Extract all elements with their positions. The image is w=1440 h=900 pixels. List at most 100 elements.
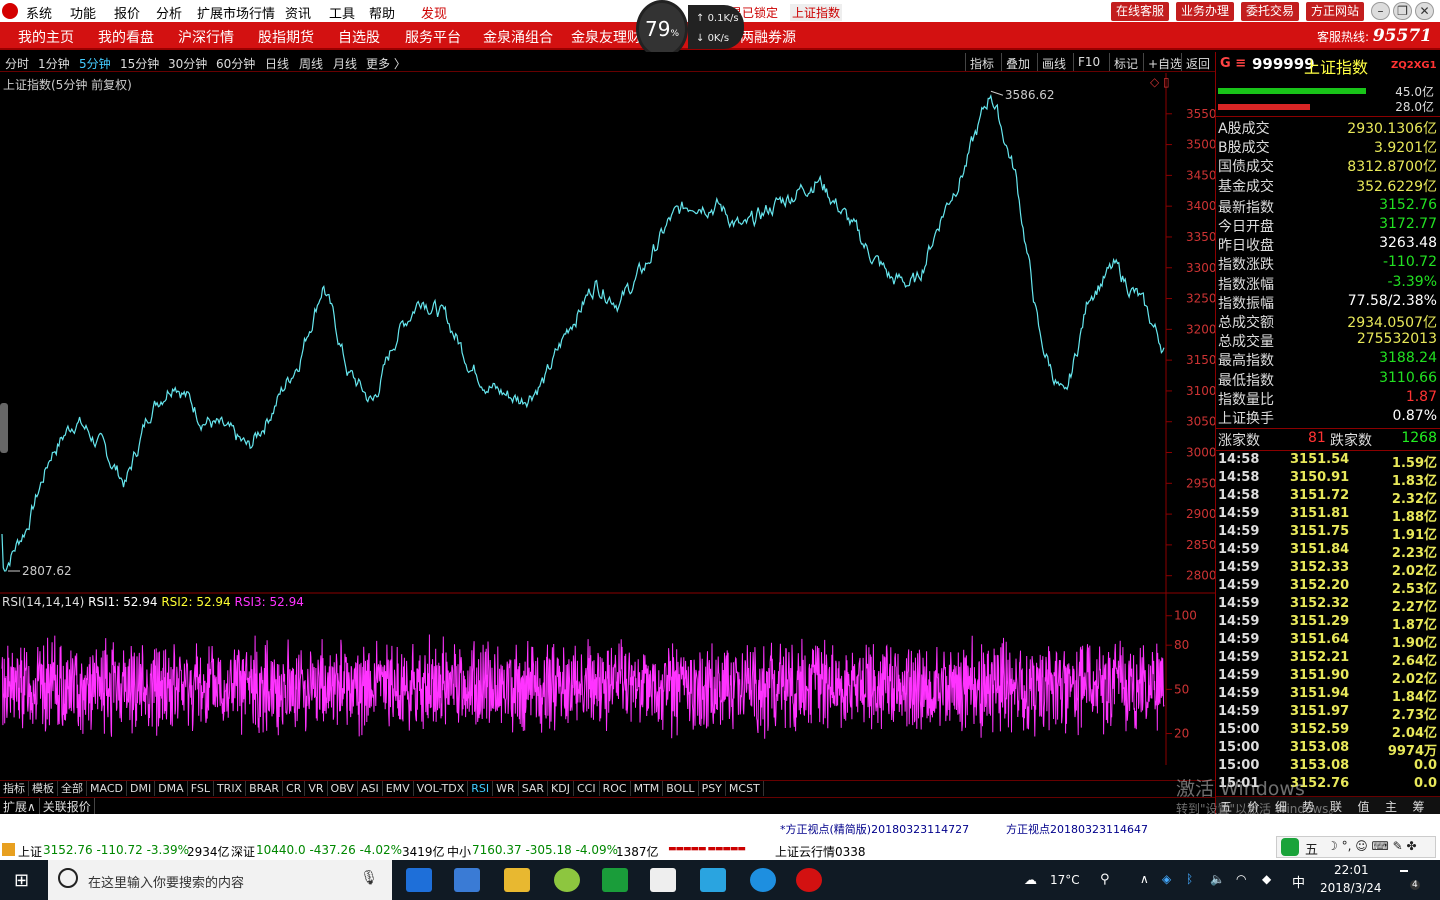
nav-home[interactable]: 我的主页 <box>18 27 74 47</box>
period-1m[interactable]: 1分钟 <box>38 55 70 72</box>
nav-margin[interactable]: 两融券源 <box>740 27 796 47</box>
period-day[interactable]: 日线 <box>265 55 289 72</box>
period-15m[interactable]: 15分钟 <box>120 55 159 72</box>
period-fenshi[interactable]: 分时 <box>5 55 29 72</box>
nav-service[interactable]: 服务平台 <box>405 27 461 47</box>
chart-settings-icon[interactable]: ◇ ▯ <box>1150 75 1170 89</box>
indicator-tab[interactable]: MACD <box>87 781 127 796</box>
indicator-tab[interactable]: BRAR <box>246 781 284 796</box>
indicator-tab[interactable]: TRIX <box>214 781 247 796</box>
indicator-tab[interactable]: DMA <box>155 781 188 796</box>
menu-ext-market[interactable]: 扩展市场行情 <box>197 3 275 22</box>
news-link-2[interactable]: 方正视点20180323114647 <box>1006 821 1148 837</box>
period-month[interactable]: 月线 <box>333 55 357 72</box>
indicator-tab[interactable]: CCI <box>574 781 600 796</box>
indicator-tab[interactable]: DMI <box>127 781 156 796</box>
menu-system[interactable]: 系统 <box>26 3 52 22</box>
nav-futures[interactable]: 股指期货 <box>258 27 314 47</box>
toolbar-back-button[interactable]: 返回 <box>1181 53 1214 71</box>
indicator-tab[interactable]: SAR <box>519 781 549 796</box>
indicator-tab[interactable]: KDJ <box>548 781 574 796</box>
clock-date[interactable]: 2018/3/24 <box>1320 881 1382 895</box>
cloud-quote[interactable]: 上证云行情0338 <box>775 843 866 860</box>
news-link-1[interactable]: *方正视点(精简版)20180323114727 <box>780 821 969 837</box>
memory-gauge[interactable]: 79% <box>636 0 688 58</box>
nav-wealth[interactable]: 金泉友理财 <box>571 27 641 47</box>
founder-app-icon[interactable] <box>796 868 822 892</box>
taskbar-search-input[interactable]: 在这里输入你要搜索的内容 🎙 <box>48 860 392 900</box>
indicator-tab[interactable]: RSI <box>468 781 494 796</box>
minimize-icon[interactable]: – <box>1371 2 1390 20</box>
nav-favorites[interactable]: 自选股 <box>338 27 380 47</box>
clock-time[interactable]: 22:01 <box>1334 863 1369 877</box>
windows-start-icon[interactable]: ⊞ <box>14 870 29 891</box>
app-green-icon[interactable] <box>602 868 628 892</box>
indicator-tab[interactable]: ASI <box>358 781 383 796</box>
browser-360-icon[interactable] <box>554 868 580 892</box>
nav-hs-quotes[interactable]: 沪深行情 <box>178 27 234 47</box>
period-30m[interactable]: 30分钟 <box>168 55 207 72</box>
toolbar-draw-button[interactable]: 画线 <box>1037 53 1070 71</box>
tray-expand-icon[interactable]: ∧ <box>1140 872 1149 886</box>
tray-app-icon[interactable]: ◆ <box>1262 872 1271 886</box>
ime-indicator[interactable]: 中 <box>1292 872 1305 891</box>
indicator-tab[interactable]: CR <box>283 781 306 796</box>
mic-icon[interactable]: 🎙 <box>360 870 378 886</box>
period-5m[interactable]: 5分钟 <box>79 55 111 72</box>
indicator-tab[interactable]: OBV <box>328 781 358 796</box>
wifi-icon[interactable]: ◠ <box>1236 872 1246 886</box>
toolbar-mark-button[interactable]: 标记 <box>1109 53 1142 71</box>
menu-analysis[interactable]: 分析 <box>156 3 182 22</box>
close-icon[interactable]: ✕ <box>1415 2 1434 20</box>
bluetooth-icon[interactable]: ᛒ <box>1186 872 1193 886</box>
toolbar-overlay-button[interactable]: 叠加 <box>1001 53 1034 71</box>
menu-help[interactable]: 帮助 <box>369 3 395 22</box>
toolbar-add-favorite-button[interactable]: +自选 <box>1143 53 1186 71</box>
panel-tab[interactable]: 主 <box>1385 798 1397 815</box>
indicator-tab[interactable]: 指标 <box>0 781 29 796</box>
indicator-tab[interactable]: FSL <box>188 781 214 796</box>
menu-quote[interactable]: 报价 <box>114 3 140 22</box>
indicator-tab[interactable]: WR <box>493 781 519 796</box>
period-more[interactable]: 更多 〉 <box>366 55 406 72</box>
indicator-tab[interactable]: VR <box>305 781 328 796</box>
menu-function[interactable]: 功能 <box>70 3 96 22</box>
ime-toolbar[interactable]: 五 ☽ °, ☺ ⌨ ✎ ✤ <box>1276 836 1436 858</box>
edge-icon[interactable] <box>406 868 432 892</box>
store-icon[interactable] <box>454 868 480 892</box>
indicator-tab[interactable]: 模板 <box>29 781 58 796</box>
indicator-tab[interactable]: ROC <box>600 781 631 796</box>
business-button[interactable]: 业务办理 <box>1176 2 1234 21</box>
toolbar-f10-button[interactable]: F10 <box>1073 53 1104 71</box>
menu-discover[interactable]: 发现 <box>421 3 447 22</box>
indicator-tab[interactable]: MTM <box>631 781 664 796</box>
online-service-button[interactable]: 在线客服 <box>1111 2 1169 21</box>
menu-tools[interactable]: 工具 <box>329 3 355 22</box>
period-60m[interactable]: 60分钟 <box>216 55 255 72</box>
nav-portfolio[interactable]: 金泉涌组合 <box>483 27 553 47</box>
people-icon[interactable]: ⚲ <box>1100 872 1110 887</box>
security-icon[interactable]: ◈ <box>1162 872 1171 886</box>
related-quotes-tab[interactable]: 关联报价 <box>40 798 95 815</box>
indicator-tab[interactable]: BOLL <box>663 781 699 796</box>
volume-icon[interactable]: 🔈 <box>1210 872 1225 886</box>
weather-temp[interactable]: 17°C <box>1050 873 1080 887</box>
weather-icon[interactable]: ☁ <box>1024 873 1037 888</box>
toolbar-indicator-button[interactable]: 指标 <box>965 53 998 71</box>
explorer-icon[interactable] <box>504 868 530 892</box>
ie-icon[interactable] <box>750 868 776 892</box>
indicator-tab[interactable]: MCST <box>726 781 764 796</box>
indicator-tab[interactable]: 全部 <box>58 781 87 796</box>
panel-tab[interactable]: 筹 <box>1413 798 1425 815</box>
trade-button[interactable]: 委托交易 <box>1241 2 1299 21</box>
period-week[interactable]: 周线 <box>299 55 323 72</box>
indicator-tab[interactable]: EMV <box>383 781 414 796</box>
nav-watch[interactable]: 我的看盘 <box>98 27 154 47</box>
extension-toggle[interactable]: 扩展∧ <box>0 798 40 815</box>
indicator-tab[interactable]: PSY <box>699 781 726 796</box>
mail-icon[interactable] <box>650 868 676 892</box>
left-panel-toggle[interactable] <box>0 403 8 453</box>
website-button[interactable]: 方正网站 <box>1306 2 1364 21</box>
restore-icon[interactable]: ❐ <box>1393 2 1412 20</box>
indicator-tab[interactable]: VOL-TDX <box>414 781 469 796</box>
